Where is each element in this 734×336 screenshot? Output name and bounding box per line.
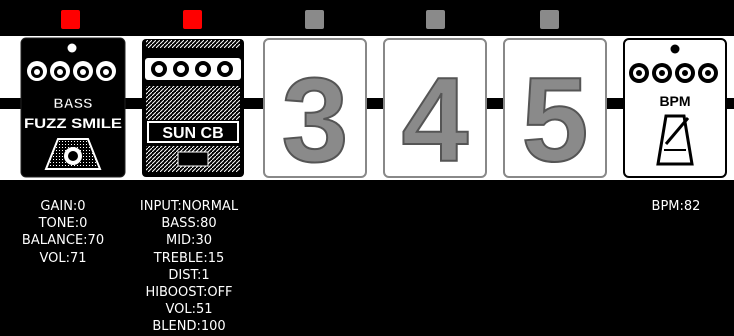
tempo-params: BPM:82: [636, 198, 716, 215]
tempo-slot[interactable]: BPM: [622, 36, 728, 179]
pedal-name-line1: BASS: [54, 95, 93, 111]
param-treble: TREBLE:15: [153, 250, 225, 266]
effect-slot-3[interactable]: 3: [262, 36, 368, 179]
effect-2-led[interactable]: [183, 10, 202, 29]
param-bass: BASS:80: [161, 216, 217, 232]
effect-slot-1[interactable]: BASS FUZZ SMILE: [20, 36, 126, 179]
knob-icons: [145, 58, 241, 80]
effect-slot-5[interactable]: 5: [502, 36, 608, 179]
pedal-led-icon: [67, 43, 77, 53]
param-vol: VOL:51: [165, 302, 213, 318]
pedal-name: SUN CB: [162, 125, 223, 142]
param-dist: DIST:1: [168, 267, 210, 283]
slot-number-label: 4: [402, 53, 469, 179]
slot-number-label: 5: [522, 53, 589, 179]
effect-5-led[interactable]: [540, 10, 559, 29]
param-mid: MID:30: [166, 233, 212, 249]
pedal-top-grille: [146, 40, 240, 48]
effect-slot-4[interactable]: 4: [382, 36, 488, 179]
param-input: INPUT:NORMAL: [139, 199, 239, 214]
pedal-name-line2: FUZZ SMILE: [24, 115, 122, 131]
param-bpm: BPM:82: [651, 199, 701, 214]
slot-2-params: INPUT:NORMAL BASS:80 MID:30 TREBLE:15 DI…: [131, 198, 247, 336]
param-blend: BLEND:100: [152, 319, 226, 335]
param-hiboost: HIBOOST:OFF: [145, 285, 233, 301]
slot-1-params: GAIN:0 TONE:0 BALANCE:70 VOL:71: [20, 198, 106, 267]
pedal-panel-pattern: [146, 86, 240, 120]
param-balance: BALANCE:70: [21, 233, 105, 249]
effect-1-led[interactable]: [61, 10, 80, 29]
effect-3-led[interactable]: [305, 10, 324, 29]
tempo-label: BPM: [659, 93, 690, 109]
effect-4-led[interactable]: [426, 10, 445, 29]
param-vol: VOL:71: [39, 250, 87, 266]
effect-slot-2[interactable]: SUN CB: [140, 36, 246, 179]
slot-number-label: 3: [282, 53, 349, 179]
param-gain: GAIN:0: [40, 199, 86, 214]
pedal-led-icon: [670, 44, 680, 54]
param-tone: TONE:0: [38, 216, 88, 232]
footswitch-icon: [177, 151, 209, 167]
